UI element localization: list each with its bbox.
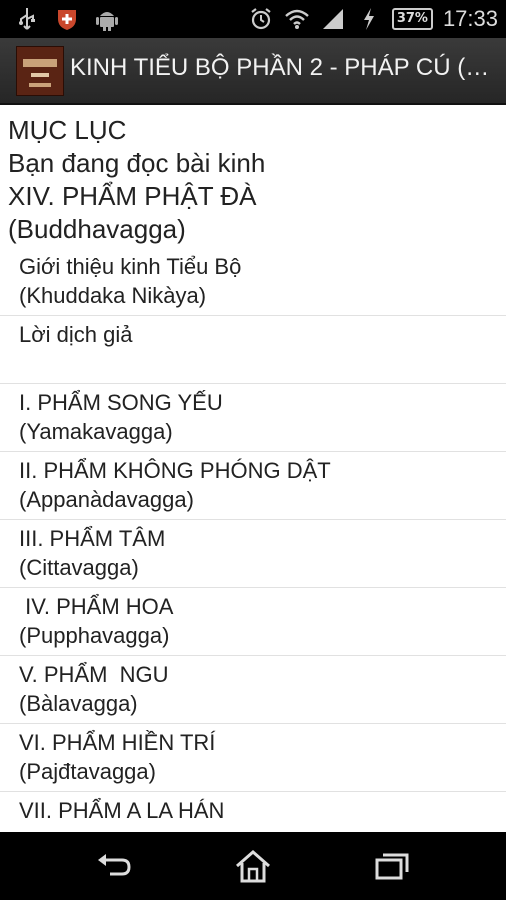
- list-item-subtitle: (Pupphavagga): [19, 623, 170, 648]
- app-shield-icon: [54, 6, 80, 32]
- list-item[interactable]: II. PHẨM KHÔNG PHÓNG DẬT (Appanàdavagga): [0, 452, 506, 520]
- list-item-subtitle: (Khuddaka Nikàya): [19, 283, 207, 308]
- reading-label: Bạn đang đọc bài kinh: [8, 148, 266, 178]
- list-item-title: VII. PHẨM A LA HÁN: [19, 798, 225, 823]
- list-item-subtitle: (Appanàdavagga): [19, 487, 194, 512]
- recents-icon[interactable]: [372, 848, 412, 884]
- list-item[interactable]: VI. PHẨM HIỀN TRÍ (Pajđtavagga): [0, 724, 506, 792]
- list-item-subtitle: (Yamakavagga): [19, 419, 173, 444]
- list-item-subtitle: (Pajđtavagga): [19, 759, 156, 784]
- chapter-list: Giới thiệu kinh Tiểu Bộ (Khuddaka Nikàya…: [0, 248, 506, 832]
- navigation-bar: [0, 832, 506, 900]
- list-item-title: II. PHẨM KHÔNG PHÓNG DẬT: [19, 458, 331, 483]
- status-bar: 37% 17:33: [0, 0, 506, 38]
- list-item-title: III. PHẨM TÂM: [19, 526, 166, 551]
- list-item[interactable]: III. PHẨM TÂM (Cittavagga): [0, 520, 506, 588]
- current-chapter-subtitle: (Buddhavagga): [8, 214, 186, 244]
- list-item[interactable]: Giới thiệu kinh Tiểu Bộ (Khuddaka Nikàya…: [0, 248, 506, 316]
- clock: 17:33: [442, 6, 498, 31]
- list-item-subtitle: (Bàlavagga): [19, 691, 138, 716]
- list-item[interactable]: V. PHẨM NGU (Bàlavagga): [0, 656, 506, 724]
- charging-icon: [356, 6, 382, 32]
- signal-icon: [320, 6, 346, 32]
- back-icon[interactable]: [94, 848, 134, 884]
- list-item[interactable]: Lời dịch giả: [0, 316, 506, 384]
- list-item-title: I. PHẨM SONG YẾU: [19, 390, 223, 415]
- action-bar: KINH TIỂU BỘ PHẦN 2 - PHÁP CÚ (…: [0, 38, 506, 105]
- app-logo-icon[interactable]: [16, 46, 64, 96]
- list-item-title: IV. PHẨM HOA: [19, 594, 174, 619]
- page-title: KINH TIỂU BỘ PHẦN 2 - PHÁP CÚ (…: [70, 54, 490, 81]
- table-of-contents[interactable]: MỤC LỤC Bạn đang đọc bài kinh XIV. PHẨM …: [0, 106, 506, 832]
- toc-heading: MỤC LỤC: [8, 115, 127, 145]
- list-item-title: VI. PHẨM HIỀN TRÍ: [19, 730, 216, 755]
- list-item-title: Lời dịch giả: [19, 322, 133, 347]
- usb-icon: [14, 6, 40, 32]
- wifi-icon: [284, 6, 310, 32]
- list-item[interactable]: I. PHẨM SONG YẾU (Yamakavagga): [0, 384, 506, 452]
- list-item-subtitle: (Cittavagga): [19, 555, 139, 580]
- home-icon[interactable]: [233, 848, 273, 884]
- android-icon: [94, 6, 120, 32]
- list-item[interactable]: VII. PHẨM A LA HÁN: [0, 792, 506, 832]
- toc-header: MỤC LỤC Bạn đang đọc bài kinh XIV. PHẨM …: [0, 106, 506, 246]
- battery-indicator: 37%: [391, 8, 433, 30]
- list-item[interactable]: IV. PHẨM HOA (Pupphavagga): [0, 588, 506, 656]
- list-item-title: Giới thiệu kinh Tiểu Bộ: [19, 254, 242, 279]
- list-item-title: V. PHẨM NGU: [19, 662, 169, 687]
- alarm-icon: [248, 6, 274, 32]
- current-chapter-title: XIV. PHẨM PHẬT ĐÀ: [8, 181, 257, 211]
